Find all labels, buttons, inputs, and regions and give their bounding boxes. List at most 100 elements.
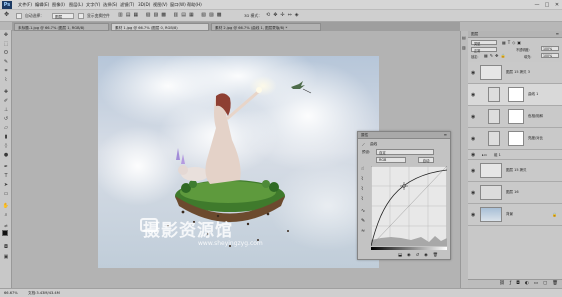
visibility-eye-icon[interactable]: ◉ [471, 136, 475, 142]
layer-row[interactable]: ◉ 色相/饱和 [468, 106, 562, 128]
layer-row[interactable]: ◉ 图层 15 拷贝 [468, 160, 562, 182]
dodge-tool-icon[interactable]: ● [2, 152, 10, 159]
crop-tool-icon[interactable]: ⌗ [2, 68, 10, 75]
artwork-image[interactable]: 摄影资源馆 www.sheyingzyg.com [98, 56, 379, 268]
menu-filter[interactable]: 滤镜(T) [120, 2, 134, 8]
add-mask-icon[interactable]: ◘ [516, 280, 520, 288]
close-icon[interactable]: ✕ [552, 0, 562, 10]
layers-titlebar[interactable]: 图层 ≡ [468, 31, 562, 38]
menu-image[interactable]: 图像(I) [52, 2, 65, 8]
gradient-tool-icon[interactable]: ▮ [2, 134, 10, 141]
visibility-eye-icon[interactable]: ◉ [471, 92, 475, 98]
auto-select-dropdown[interactable]: 图层 [52, 13, 74, 19]
delete-icon[interactable]: 🗑 [433, 252, 438, 258]
menu-help[interactable]: 帮助(H) [187, 2, 202, 8]
layer-filter-dropdown[interactable]: 类型 [471, 40, 497, 46]
hand-tool-icon[interactable]: ✋ [2, 203, 10, 210]
view-previous-icon[interactable]: ◉ [407, 252, 411, 258]
menu-view[interactable]: 视图(V) [153, 2, 168, 8]
3d-mode-icons[interactable]: ⟲✥✢⇔◈ [266, 12, 302, 18]
minimize-icon[interactable]: — [532, 0, 542, 10]
pen-tool-icon[interactable]: ✒ [2, 164, 10, 171]
layer-row[interactable]: ◉ 图层 15 拷贝 3 [468, 62, 562, 84]
eyedropper-gray-icon[interactable]: ⌇ [361, 186, 363, 192]
auto-button[interactable]: 自动 [418, 157, 434, 163]
preset-dropdown[interactable]: 自定 [376, 149, 434, 155]
foreground-color-swatch[interactable] [2, 230, 8, 236]
visibility-icon[interactable]: ◉ [424, 252, 428, 258]
target-adjust-icon[interactable]: ☝ [361, 166, 364, 172]
tab-document-2[interactable]: 素材 1.jpg @ 66.7% (图层 0, RGB/8) [111, 23, 209, 31]
properties-panel[interactable]: 属性 ≡ ⟋ 曲线 预设: 自定 RGB 自动 ☝ ⌇ ⌇ ⌇ ∿ ✎ ≈ ⬓ … [357, 131, 451, 260]
curves-graph[interactable] [371, 166, 447, 246]
move-tool-icon[interactable]: ✥ [2, 32, 10, 39]
pencil-curve-icon[interactable]: ✎ [361, 218, 365, 224]
menu-layer[interactable]: 图层(L) [69, 2, 83, 8]
channel-dropdown[interactable]: RGB [376, 157, 406, 163]
menu-type[interactable]: 文字(Y) [86, 2, 100, 8]
shape-tool-icon[interactable]: ▭ [2, 191, 10, 198]
type-tool-icon[interactable]: T [2, 173, 10, 180]
new-layer-icon[interactable]: ▢ [543, 280, 547, 288]
new-adjustment-icon[interactable]: ◐ [525, 280, 529, 288]
properties-panel-icon[interactable]: ▥ [462, 45, 466, 50]
history-panel-icon[interactable]: ▤ [462, 35, 466, 40]
path-select-tool-icon[interactable]: ➤ [2, 182, 10, 189]
tab-document-3[interactable]: 素材 2.jpg @ 66.7% (曲线 1, 图层蒙版/8) * [211, 23, 321, 31]
lock-icons[interactable]: ▦✎✥🔒 [484, 53, 507, 58]
layer-group-row[interactable]: ◉ ▸▭ 组 1 [468, 150, 562, 160]
show-transform-checkbox[interactable] [78, 13, 84, 19]
blend-mode-dropdown[interactable]: 正常 [471, 47, 497, 53]
menu-3d[interactable]: 3D(D) [138, 2, 150, 7]
layer-row[interactable]: ◉ 背景 🔒 [468, 204, 562, 226]
visibility-eye-icon[interactable]: ◉ [471, 168, 475, 174]
layer-row[interactable]: ◉ 图层 16 [468, 182, 562, 204]
visibility-eye-icon[interactable]: ◉ [471, 70, 475, 76]
menu-select[interactable]: 选择(S) [103, 2, 117, 8]
smooth-curve-icon[interactable]: ≈ [361, 228, 365, 234]
fx-icon[interactable]: ƒ [510, 280, 512, 288]
layer-row[interactable]: ◉ 曲线 1 [468, 84, 562, 106]
link-layers-icon[interactable]: ⛓ [499, 280, 505, 288]
fill-field[interactable]: 100% [541, 53, 559, 58]
eraser-tool-icon[interactable]: ▱ [2, 125, 10, 132]
menu-file[interactable]: 文件(F) [18, 2, 32, 8]
properties-titlebar[interactable]: 属性 ≡ [358, 132, 450, 139]
eyedropper-tool-icon[interactable]: ⌇ [2, 77, 10, 84]
quick-mask-icon[interactable]: ◘ [2, 244, 10, 251]
visibility-eye-icon[interactable]: ◉ [471, 114, 475, 120]
zoom-level[interactable]: 66.67% [4, 291, 18, 295]
eyedropper-black-icon[interactable]: ⌇ [361, 176, 363, 182]
delete-layer-icon[interactable]: 🗑 [552, 280, 558, 288]
visibility-eye-icon[interactable]: ◉ [471, 152, 475, 158]
menu-window[interactable]: 窗口(W) [170, 2, 186, 8]
auto-select-checkbox[interactable] [16, 13, 22, 19]
panel-menu-icon[interactable]: ≡ [444, 132, 447, 137]
opacity-field[interactable]: 100% [541, 46, 559, 51]
menu-edit[interactable]: 编辑(E) [35, 2, 49, 8]
filter-icons[interactable]: ▦T◇▣ [502, 40, 523, 45]
layers-menu-icon[interactable]: ≡ [556, 31, 559, 36]
history-brush-tool-icon[interactable]: ↺ [2, 116, 10, 123]
align-icons[interactable]: ▥▤▦ ▧▨▩ ▥▤▦ ▧▨▩ [118, 12, 224, 18]
stamp-tool-icon[interactable]: ⊥ [2, 107, 10, 114]
reset-icon[interactable]: ↺ [416, 252, 420, 258]
screen-mode-icon[interactable]: ▣ [2, 254, 10, 261]
visibility-eye-icon[interactable]: ◉ [471, 190, 475, 196]
quick-select-tool-icon[interactable]: ✎ [2, 59, 10, 66]
clip-to-layer-icon[interactable]: ⬓ [398, 252, 402, 258]
new-group-icon[interactable]: ▭ [534, 280, 538, 288]
heal-tool-icon[interactable]: ✚ [2, 89, 10, 96]
layer-row[interactable]: ◉ 亮度/对比 [468, 128, 562, 150]
swap-colors-icon[interactable]: ⇄ [2, 222, 10, 229]
eyedropper-white-icon[interactable]: ⌇ [361, 196, 363, 202]
zoom-tool-icon[interactable]: ⌕ [2, 212, 10, 219]
marquee-tool-icon[interactable]: ⬚ [2, 41, 10, 48]
blur-tool-icon[interactable]: ◊ [2, 143, 10, 150]
brush-tool-icon[interactable]: ✐ [2, 98, 10, 105]
curve-point-icon[interactable]: ∿ [361, 208, 365, 214]
lasso-tool-icon[interactable]: ʘ [2, 50, 10, 57]
maximize-icon[interactable]: □ [542, 0, 552, 10]
tab-document-1[interactable]: 未标题-1.jpg @ 66.7% (图层 1, RGB/8) [14, 23, 109, 31]
visibility-eye-icon[interactable]: ◉ [471, 212, 475, 218]
